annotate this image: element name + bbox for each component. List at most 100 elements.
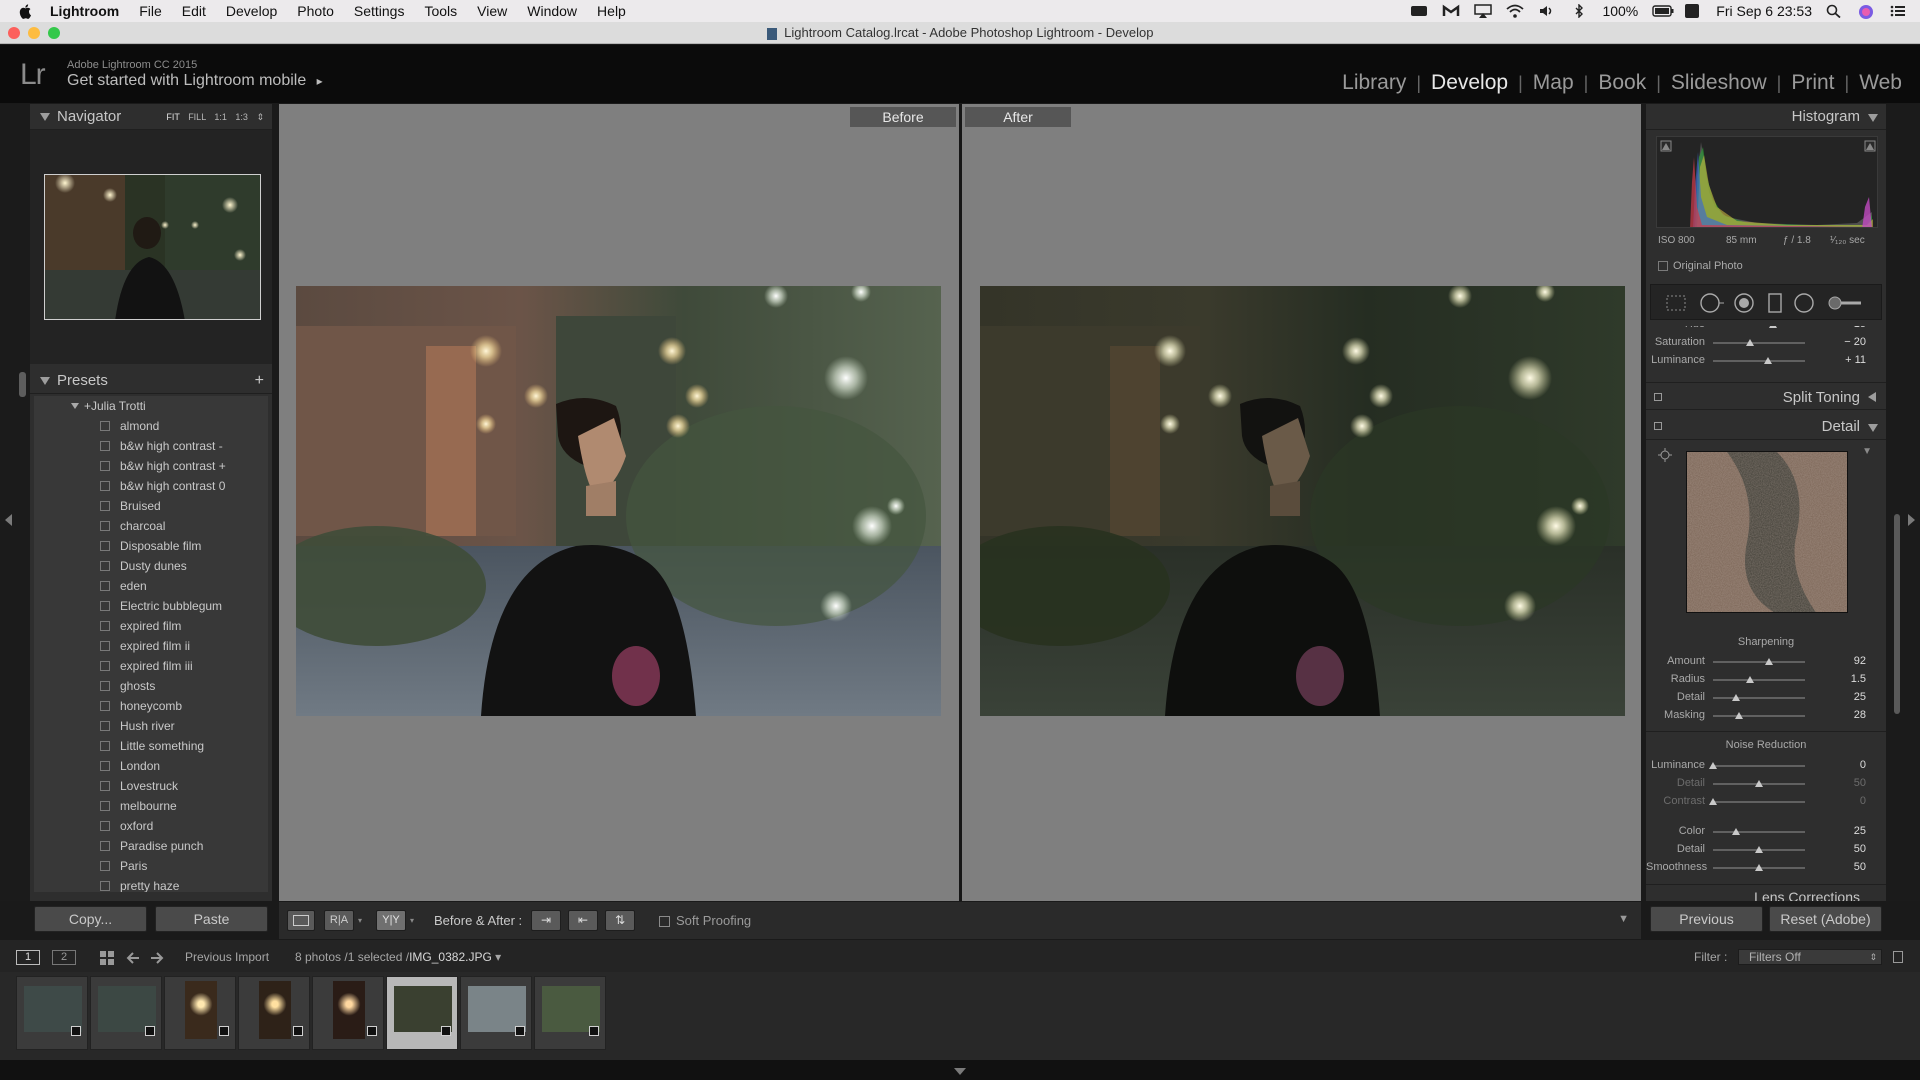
folder-expand-icon[interactable] bbox=[71, 403, 79, 409]
slider-handle[interactable] bbox=[1745, 339, 1754, 346]
filmstrip-thumbnail[interactable] bbox=[164, 976, 236, 1050]
filename-dropdown-icon[interactable]: ▾ bbox=[495, 950, 501, 964]
preset-item[interactable]: expired film ii bbox=[34, 636, 268, 656]
app-tray-icon[interactable] bbox=[1684, 4, 1702, 18]
collapse-right-panel-icon[interactable] bbox=[1908, 514, 1915, 526]
slider-value[interactable]: + 11 bbox=[1816, 354, 1866, 366]
split-mode-dropdown-icon[interactable]: ▾ bbox=[410, 916, 414, 925]
preset-item[interactable]: ghosts bbox=[34, 676, 268, 696]
develop-adjusted-badge-icon[interactable] bbox=[293, 1026, 303, 1036]
preset-item[interactable]: pretty haze bbox=[34, 876, 268, 892]
malwarebytes-icon[interactable] bbox=[1442, 4, 1460, 18]
menu-view[interactable]: View bbox=[467, 0, 517, 22]
filmstrip-thumbnail[interactable] bbox=[534, 976, 606, 1050]
develop-adjusted-badge-icon[interactable] bbox=[219, 1026, 229, 1036]
filter-dropdown[interactable]: Filters Off ⇕ bbox=[1738, 949, 1882, 965]
slider-value[interactable]: 1.5 bbox=[1816, 673, 1866, 685]
panel-switch-toggle[interactable] bbox=[1654, 422, 1662, 430]
minimize-window-button[interactable] bbox=[28, 27, 40, 39]
preset-item[interactable]: charcoal bbox=[34, 516, 268, 536]
volume-icon[interactable] bbox=[1538, 4, 1556, 18]
slider-handle[interactable] bbox=[1745, 676, 1754, 683]
panel-switch-toggle[interactable] bbox=[1654, 393, 1662, 401]
split-toning-header[interactable]: Split Toning bbox=[1646, 382, 1886, 410]
detail-header[interactable]: Detail bbox=[1646, 412, 1886, 440]
add-preset-button[interactable]: + bbox=[255, 368, 264, 394]
slider-handle[interactable] bbox=[1755, 780, 1763, 787]
zoom-fill[interactable]: FILL bbox=[188, 112, 206, 122]
zoom-fit[interactable]: FIT bbox=[166, 112, 179, 122]
back-arrow-icon[interactable] bbox=[126, 951, 140, 965]
paste-settings-button[interactable]: Paste bbox=[155, 906, 268, 932]
siri-icon[interactable] bbox=[1858, 4, 1876, 19]
battery-icon[interactable] bbox=[1652, 4, 1674, 18]
slider-value[interactable]: + 15 bbox=[1816, 326, 1866, 330]
develop-adjusted-badge-icon[interactable] bbox=[367, 1026, 377, 1036]
filmstrip-thumbnail[interactable] bbox=[312, 976, 384, 1050]
loupe-view-button[interactable] bbox=[287, 910, 315, 931]
slider-handle[interactable] bbox=[1764, 357, 1773, 364]
slider-value[interactable]: 28 bbox=[1816, 709, 1866, 721]
module-print[interactable]: Print bbox=[1781, 71, 1844, 95]
slider-value[interactable]: 0 bbox=[1816, 795, 1866, 807]
module-book[interactable]: Book bbox=[1588, 71, 1656, 95]
airplay-icon[interactable] bbox=[1474, 4, 1493, 18]
copy-before-to-after-button[interactable]: ⇥ bbox=[531, 910, 561, 931]
mobile-promo-link[interactable]: Get started with Lightroom mobile ▸ bbox=[67, 72, 323, 90]
preset-item[interactable]: almond bbox=[34, 416, 268, 436]
preset-item[interactable]: Hush river bbox=[34, 716, 268, 736]
module-slideshow[interactable]: Slideshow bbox=[1661, 71, 1777, 95]
slider-value[interactable]: − 20 bbox=[1816, 336, 1866, 348]
slider-handle[interactable] bbox=[1755, 864, 1763, 871]
previous-settings-button[interactable]: Previous bbox=[1650, 906, 1763, 932]
forward-arrow-icon[interactable] bbox=[150, 951, 164, 965]
slider-track[interactable] bbox=[1713, 765, 1805, 767]
detail-preview-toggle-icon[interactable]: ▼ bbox=[1862, 446, 1872, 457]
second-screen-button[interactable]: 2 bbox=[52, 950, 76, 965]
slider-value[interactable]: 0 bbox=[1816, 759, 1866, 771]
preset-item[interactable]: Bruised bbox=[34, 496, 268, 516]
module-map[interactable]: Map bbox=[1523, 71, 1584, 95]
slider-value[interactable]: 50 bbox=[1816, 843, 1866, 855]
histogram-chart[interactable] bbox=[1656, 136, 1878, 228]
preset-item[interactable]: honeycomb bbox=[34, 696, 268, 716]
navigator-preview[interactable] bbox=[44, 174, 261, 320]
slider-handle[interactable] bbox=[1732, 828, 1740, 835]
develop-adjusted-badge-icon[interactable] bbox=[145, 1026, 155, 1036]
filter-lock-icon[interactable] bbox=[1893, 951, 1903, 963]
menu-tools[interactable]: Tools bbox=[414, 0, 467, 22]
preset-item[interactable]: Electric bubblegum bbox=[34, 596, 268, 616]
soft-proofing-checkbox[interactable] bbox=[659, 916, 670, 927]
filmstrip-thumbnail[interactable] bbox=[460, 976, 532, 1050]
preset-item[interactable]: b&w high contrast - bbox=[34, 436, 268, 456]
develop-adjusted-badge-icon[interactable] bbox=[515, 1026, 525, 1036]
develop-adjusted-badge-icon[interactable] bbox=[71, 1026, 81, 1036]
swap-before-after-button[interactable]: ⇅ bbox=[605, 910, 635, 931]
slider-value[interactable]: 25 bbox=[1816, 825, 1866, 837]
before-photo[interactable] bbox=[296, 286, 941, 716]
red-eye-icon[interactable] bbox=[1733, 292, 1755, 314]
filmstrip-thumbnail[interactable] bbox=[16, 976, 88, 1050]
bluetooth-icon[interactable] bbox=[1570, 3, 1588, 19]
slider-handle[interactable] bbox=[1709, 798, 1717, 805]
presets-header[interactable]: Presets + bbox=[30, 368, 272, 394]
slider-value[interactable]: 50 bbox=[1816, 777, 1866, 789]
module-web[interactable]: Web bbox=[1849, 71, 1912, 95]
menubar-clock[interactable]: Fri Sep 6 23:53 bbox=[1716, 3, 1812, 19]
develop-adjusted-badge-icon[interactable] bbox=[589, 1026, 599, 1036]
right-panel-scrollbar[interactable] bbox=[1894, 514, 1900, 714]
slider-handle[interactable] bbox=[1732, 694, 1740, 701]
slider-track[interactable] bbox=[1713, 715, 1805, 717]
preset-item[interactable]: London bbox=[34, 756, 268, 776]
apple-icon[interactable] bbox=[18, 3, 34, 19]
radial-filter-icon[interactable] bbox=[1793, 292, 1815, 314]
menu-develop[interactable]: Develop bbox=[216, 0, 287, 22]
slider-handle[interactable] bbox=[1765, 658, 1774, 665]
slider-track[interactable] bbox=[1713, 342, 1805, 344]
slider-value[interactable]: 25 bbox=[1816, 691, 1866, 703]
slider-track[interactable] bbox=[1713, 360, 1805, 362]
preset-item[interactable]: eden bbox=[34, 576, 268, 596]
zoom-stepper-icon[interactable]: ⇕ bbox=[256, 112, 264, 122]
menu-help[interactable]: Help bbox=[587, 0, 636, 22]
crop-tool-icon[interactable] bbox=[1665, 294, 1687, 312]
